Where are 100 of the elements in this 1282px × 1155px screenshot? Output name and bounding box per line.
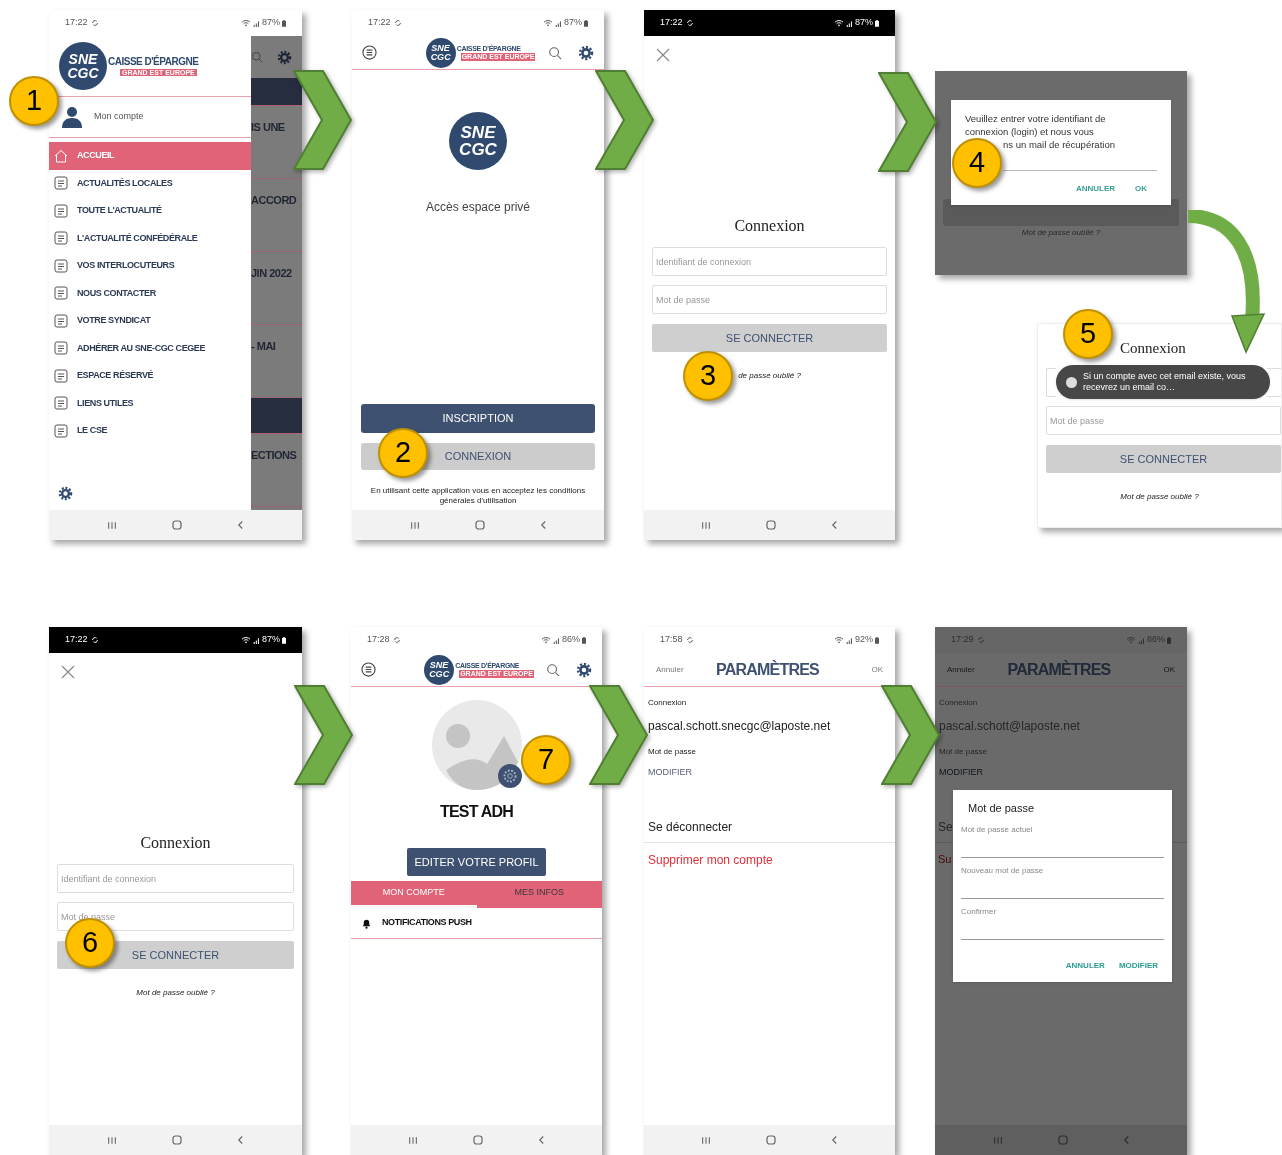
ok-button[interactable]: OK	[871, 663, 883, 676]
sync-icon	[976, 636, 985, 644]
article-title: JIN 2022	[251, 267, 292, 279]
battery-percentage: 92%	[855, 633, 873, 647]
email-value: pascal.schott.snecgc@laposte.net	[647, 718, 832, 735]
article-title: IS UNE	[251, 121, 285, 133]
dialog-title: Mot de passe	[967, 801, 1036, 816]
dark-banner	[251, 78, 302, 106]
sync-icon	[90, 636, 99, 644]
menu-icon[interactable]	[361, 662, 376, 677]
list-icon	[54, 203, 68, 218]
modify-password-button[interactable]: MODIFIER	[648, 766, 692, 780]
home-icon[interactable]	[766, 520, 776, 530]
menu-item-label: VOS INTERLOCUTEURS	[77, 259, 175, 272]
back-icon[interactable]	[237, 520, 245, 530]
logout-button[interactable]: Se déconnecter	[648, 817, 733, 836]
home-icon[interactable]	[766, 1135, 776, 1145]
home-icon[interactable]	[473, 1135, 483, 1145]
app-icon	[1066, 376, 1077, 388]
status-time: 17:28	[367, 633, 390, 647]
wifi-icon	[543, 19, 553, 27]
list-icon	[54, 176, 68, 191]
sync-icon	[685, 19, 694, 27]
recent-apps-icon[interactable]	[106, 520, 117, 530]
page-title: Accès espace privé	[425, 199, 531, 216]
login-button[interactable]: SE CONNECTER	[1046, 445, 1281, 473]
home-icon[interactable]	[172, 520, 182, 530]
avatar-placeholder[interactable]	[431, 700, 522, 790]
bell-icon	[361, 917, 372, 929]
screen-title: PARAMÈTRES	[1007, 659, 1111, 680]
delete-account-button[interactable]: Supprimer mon compte	[648, 850, 773, 869]
battery-icon	[582, 636, 586, 644]
list-icon	[54, 258, 68, 273]
screen-title: PARAMÈTRES	[716, 659, 819, 680]
forgot-password-link[interactable]: de passe oublié ?	[738, 370, 801, 382]
forgot-password-link[interactable]: Mot de passe oublié ?	[1120, 491, 1199, 503]
menu-icon[interactable]	[362, 45, 377, 60]
sync-icon	[90, 19, 99, 27]
recent-apps-icon[interactable]	[408, 1135, 419, 1145]
form-title: Connexion	[734, 216, 805, 236]
edit-profile-button[interactable]: EDITER VOTRE PROFIL	[407, 848, 546, 876]
signal-icon	[555, 19, 562, 27]
menu-item-label: ACCUEIL	[77, 149, 115, 162]
wifi-icon	[834, 19, 844, 27]
logo-text: SNE	[68, 52, 98, 66]
logo-text: CGC	[429, 669, 450, 679]
recent-apps-icon[interactable]	[409, 520, 420, 530]
forgot-password-link[interactable]: Mot de passe oublié ?	[136, 987, 215, 999]
profile-name: TEST ADH	[440, 802, 513, 822]
email-value: pascal.schott@laposte.net	[938, 718, 1081, 735]
search-icon[interactable]	[548, 45, 562, 60]
logo-text: CGC	[430, 52, 451, 62]
status-time: 17:22	[660, 16, 683, 30]
step-callout-tooltip: 5	[1063, 309, 1113, 359]
battery-icon	[875, 636, 879, 644]
settings-icon[interactable]	[578, 44, 594, 61]
wifi-icon	[241, 636, 251, 644]
dark-banner	[251, 398, 302, 434]
back-icon[interactable]	[537, 1135, 545, 1145]
gear-badge-icon[interactable]	[497, 764, 522, 788]
field-label: Connexion	[647, 697, 688, 709]
home-icon[interactable]	[1057, 1135, 1068, 1145]
battery-percentage: 87%	[262, 16, 280, 30]
back-icon[interactable]	[539, 520, 547, 530]
battery-icon	[282, 636, 286, 644]
settings-icon[interactable]	[58, 486, 73, 501]
home-icon[interactable]	[474, 520, 485, 530]
home-icon[interactable]	[172, 1135, 182, 1145]
back-icon[interactable]	[1122, 1135, 1130, 1145]
list-icon	[54, 368, 68, 383]
step-callout-tooltip: 1	[9, 76, 59, 126]
menu-item-label: VOTRE SYNDICAT	[77, 314, 151, 327]
recent-apps-icon[interactable]	[701, 1135, 712, 1145]
signup-button[interactable]: INSCRIPTION	[361, 404, 595, 433]
logo-text: SNE	[460, 124, 496, 141]
tab[interactable]: MES INFOS	[476, 881, 602, 908]
field-label: Mot de passe	[647, 746, 698, 758]
back-icon[interactable]	[830, 520, 838, 530]
settings-icon[interactable]	[576, 661, 592, 678]
settings-icon	[277, 49, 292, 65]
battery-icon	[875, 19, 879, 27]
house-icon	[54, 148, 68, 163]
toast-message: Si un compte avec cet email existe, vous recevrez un email co…	[1083, 371, 1247, 393]
close-icon[interactable]	[61, 665, 75, 679]
list-icon	[54, 341, 68, 356]
recent-apps-icon[interactable]	[701, 520, 712, 530]
battery-percentage: 86%	[562, 633, 580, 647]
recent-apps-icon[interactable]	[106, 1135, 117, 1145]
list-icon	[54, 231, 68, 246]
list-row[interactable]: NOTIFICATIONS PUSH	[351, 908, 602, 939]
back-icon[interactable]	[830, 1135, 838, 1145]
account-link[interactable]: Mon compte	[94, 110, 144, 124]
sync-icon	[392, 636, 401, 644]
list-icon	[54, 286, 68, 301]
close-icon[interactable]	[656, 48, 670, 62]
logo-name: CAISSE D'ÉPARGNE	[108, 56, 199, 67]
search-icon[interactable]	[546, 662, 560, 677]
cancel-button[interactable]: Annuler	[656, 663, 684, 676]
back-icon[interactable]	[237, 1135, 245, 1145]
login-button[interactable]: SE CONNECTER	[652, 324, 887, 352]
